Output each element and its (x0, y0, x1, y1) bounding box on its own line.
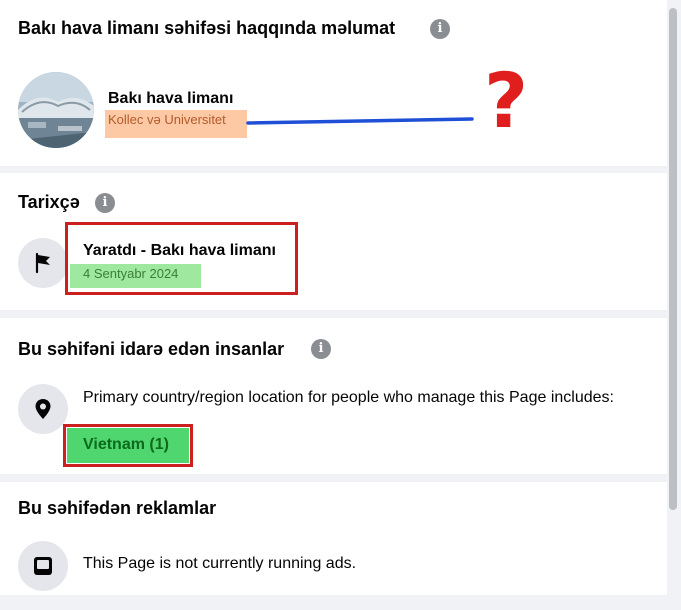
created-by: Yaratdı - Bakı hava limanı (83, 242, 276, 259)
question-mark-annotation: ? (484, 56, 529, 145)
flag-icon (35, 252, 50, 274)
info-icon[interactable]: i (95, 193, 115, 213)
red-annotation-box (63, 424, 193, 467)
history-title: Tarixçə (18, 192, 80, 212)
location-icon-circle (18, 384, 68, 434)
about-section: Bakı hava limanı səhifəsi haqqında məlum… (0, 0, 667, 166)
managers-description: Primary country/region location for peop… (83, 389, 614, 406)
location-pin-icon (35, 399, 51, 419)
ads-status: This Page is not currently running ads. (83, 555, 357, 572)
managers-title: Bu səhifəni idarə edən insanlar (18, 339, 285, 359)
ads-icon-circle (18, 541, 68, 591)
tablet-icon (34, 557, 52, 575)
flag-icon-circle (18, 238, 68, 288)
annotation-line (246, 117, 474, 125)
ads-title: Bu səhifədən reklamlar (18, 498, 217, 518)
created-date: 4 Sentyabr 2024 (70, 264, 201, 288)
scrollbar-thumb[interactable] (669, 8, 677, 510)
info-icon[interactable]: i (311, 339, 331, 359)
